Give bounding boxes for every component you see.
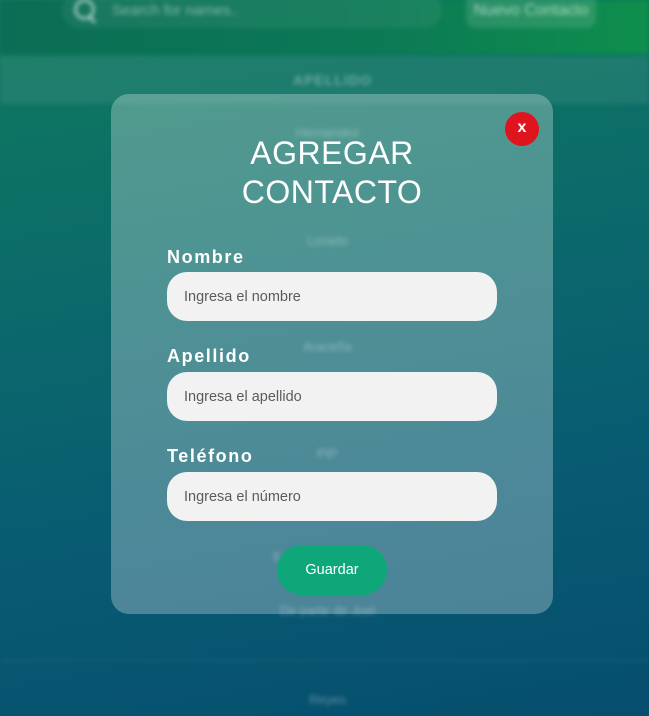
search-icon: [72, 0, 98, 24]
name-field[interactable]: [167, 272, 497, 321]
search-box[interactable]: [62, 0, 442, 28]
divider: [0, 660, 649, 661]
name-label: Nombre: [167, 247, 245, 267]
top-bar: Nuevo Contacto: [0, 0, 649, 54]
column-header-apellido: APELLIDO: [293, 72, 372, 88]
new-contact-button[interactable]: Nuevo Contacto: [466, 0, 596, 28]
add-contact-modal: x AGREGAR CONTACTO Nombre Apellido Teléf…: [111, 94, 553, 614]
search-input[interactable]: [110, 0, 414, 20]
phone-label: Teléfono: [167, 446, 254, 466]
phone-field[interactable]: [167, 472, 497, 521]
lastname-field[interactable]: [167, 372, 497, 421]
modal-title: AGREGAR CONTACTO: [241, 135, 423, 210]
lastname-label: Apellido: [167, 346, 251, 366]
table-row: Reyes: [309, 692, 346, 707]
save-button[interactable]: Guardar: [277, 545, 387, 595]
